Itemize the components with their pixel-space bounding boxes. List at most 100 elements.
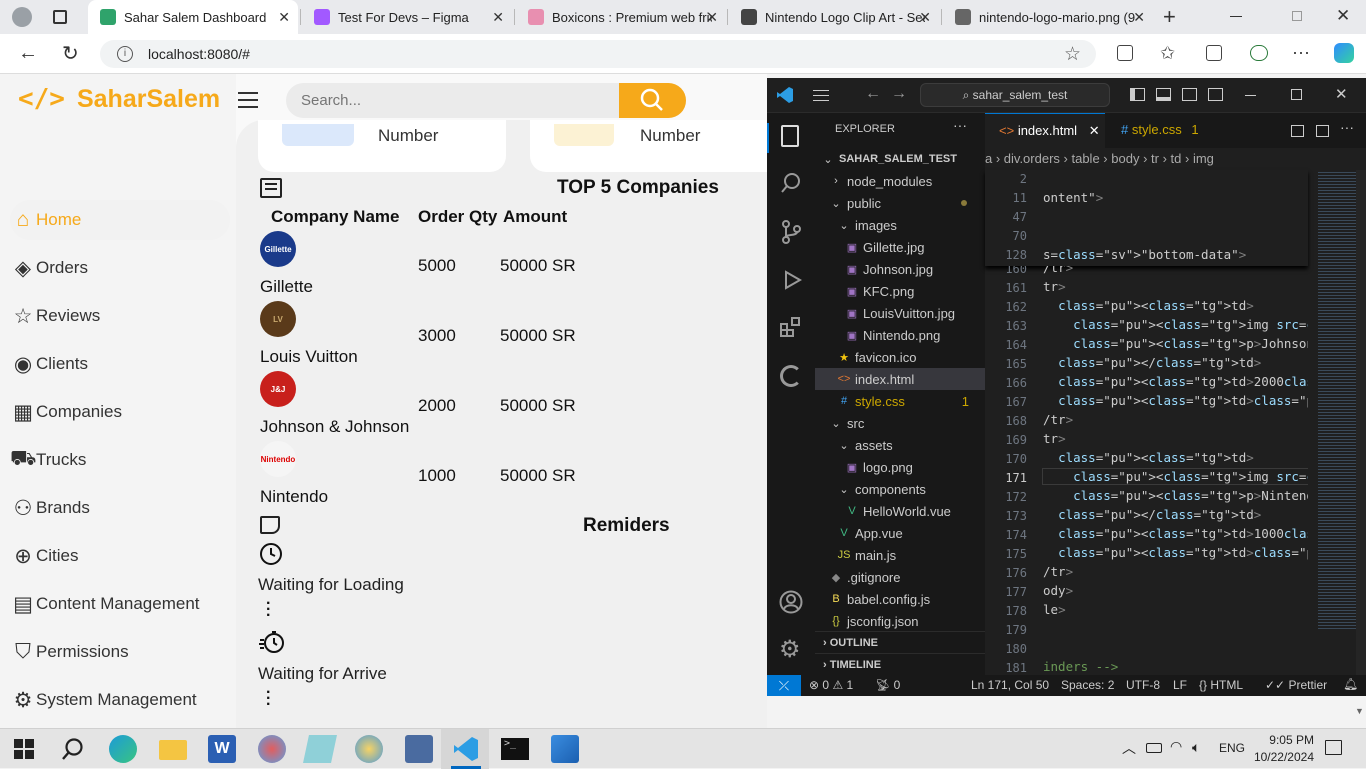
- explorer-item[interactable]: {} jsconfig.json: [815, 610, 985, 632]
- code-line[interactable]: inders -->: [1043, 659, 1118, 674]
- code-line[interactable]: class="pu"><class="tg">td>class="pu"><cl…: [1043, 545, 1308, 560]
- terminal-taskbar-icon[interactable]: >_: [501, 738, 529, 760]
- code-line[interactable]: class="pu"><class="tg">p>Nintendoclass="…: [1043, 488, 1308, 503]
- notepad-taskbar-icon[interactable]: [303, 735, 337, 763]
- explorer-item[interactable]: ▣ Gillette.jpg: [815, 236, 985, 258]
- minimize-button[interactable]: [1230, 16, 1242, 17]
- indentation[interactable]: Spaces: 2: [1061, 678, 1114, 692]
- favorite-star-icon[interactable]: ☆: [1064, 43, 1081, 66]
- code-line[interactable]: class="pu"><class="tg">td>class="pu"><cl…: [1043, 393, 1308, 408]
- explorer-item[interactable]: # style.css 1: [815, 390, 985, 412]
- explorer-item[interactable]: ▣ LouisVuitton.jpg: [815, 302, 985, 324]
- nav-forward-icon[interactable]: →: [891, 85, 907, 103]
- explorer-item[interactable]: ▣ Nintendo.png: [815, 324, 985, 346]
- word-taskbar-icon[interactable]: W: [208, 735, 236, 763]
- editor-scrollbar[interactable]: [1356, 170, 1366, 675]
- reload-icon[interactable]: ↻: [62, 41, 79, 66]
- reminder-more-icon[interactable]: · · ·: [266, 596, 271, 624]
- breadcrumb-item[interactable]: body: [1111, 151, 1139, 166]
- run-debug-icon[interactable]: [780, 268, 802, 292]
- nav-item[interactable]: ⚙ System Management: [10, 680, 230, 720]
- command-center[interactable]: ⌕ sahar_salem_test: [920, 83, 1110, 107]
- explorer-item[interactable]: ⌄ images: [815, 214, 985, 236]
- eol[interactable]: LF: [1173, 678, 1187, 692]
- nav-item[interactable]: ⚇ Brands: [10, 488, 230, 528]
- close-window-button[interactable]: ✕: [1336, 6, 1350, 26]
- breadcrumb-item[interactable]: td: [1171, 151, 1182, 166]
- code-line[interactable]: class="pu"><class="tg">td>2000class="pu"…: [1043, 374, 1308, 389]
- wifi-icon[interactable]: ◠: [1170, 738, 1182, 755]
- outline-section[interactable]: › OUTLINE: [815, 631, 985, 653]
- settings-gear-icon[interactable]: ⚙: [779, 635, 801, 664]
- explorer-item[interactable]: ⌄ public: [815, 192, 985, 214]
- code-line[interactable]: /tr>: [1043, 564, 1073, 579]
- explorer-item[interactable]: <> index.html: [815, 368, 985, 390]
- code-line[interactable]: ody>: [1043, 583, 1073, 598]
- vs-close-button[interactable]: ✕: [1335, 85, 1348, 103]
- edge-taskbar-icon[interactable]: [109, 735, 137, 763]
- explorer-item[interactable]: ⌄ components: [815, 478, 985, 500]
- language-mode[interactable]: {} HTML: [1199, 678, 1243, 692]
- page-scrollbar[interactable]: ▼: [1352, 696, 1366, 728]
- explorer-item[interactable]: JS main.js: [815, 544, 985, 566]
- explorer-icon[interactable]: [781, 125, 799, 147]
- explorer-item[interactable]: V HelloWorld.vue: [815, 500, 985, 522]
- explorer-item[interactable]: ⌄ src: [815, 412, 985, 434]
- vs-maximize-button[interactable]: [1291, 89, 1302, 100]
- breadcrumb-item[interactable]: table: [1071, 151, 1099, 166]
- show-hidden-icons[interactable]: ︿: [1122, 738, 1136, 758]
- notifications-bell-icon[interactable]: 🔔︎: [1343, 677, 1358, 691]
- code-line[interactable]: class="pu"><class="tg">p>Johnson & Johns…: [1043, 336, 1308, 351]
- explorer-item[interactable]: ▣ KFC.png: [815, 280, 985, 302]
- tab-actions-icon[interactable]: [53, 10, 67, 24]
- new-tab-button[interactable]: +: [1163, 4, 1176, 30]
- explorer-item[interactable]: › node_modules: [815, 170, 985, 192]
- nav-back-icon[interactable]: ←: [865, 85, 881, 103]
- restore-button[interactable]: [1292, 11, 1302, 21]
- account-icon[interactable]: [779, 590, 803, 614]
- breadcrumb-item[interactable]: img: [1193, 151, 1214, 166]
- edge-devtools-icon[interactable]: [780, 365, 802, 387]
- tab-close-icon[interactable]: ✕: [919, 9, 931, 26]
- tab-close-icon[interactable]: ✕: [1089, 123, 1100, 138]
- code-line[interactable]: le>: [1043, 602, 1066, 617]
- explorer-item[interactable]: ⌄ SAHAR_SALEM_TEST: [815, 148, 985, 170]
- explorer-item[interactable]: V App.vue: [815, 522, 985, 544]
- calculator-taskbar-icon[interactable]: [405, 735, 433, 763]
- tab-close-icon[interactable]: ✕: [1133, 9, 1145, 26]
- split-editor-icon[interactable]: [1316, 125, 1329, 137]
- explorer-item[interactable]: ▣ Johnson.jpg: [815, 258, 985, 280]
- code-line[interactable]: tr>: [1043, 279, 1066, 294]
- timeline-section[interactable]: › TIMELINE: [815, 653, 985, 675]
- prettier-status[interactable]: ✓✓ Prettier: [1265, 678, 1327, 692]
- menu-toggle-icon[interactable]: [238, 92, 258, 108]
- extensions-view-icon[interactable]: [780, 316, 802, 338]
- open-preview-icon[interactable]: [1291, 125, 1304, 137]
- battery-icon[interactable]: [1146, 743, 1162, 753]
- windows-start-icon[interactable]: [14, 739, 34, 759]
- code-line[interactable]: class="pu"><class="tg">td>: [1043, 298, 1254, 313]
- tab-close-icon[interactable]: ✕: [706, 9, 718, 26]
- breadcrumb-item[interactable]: tr: [1151, 151, 1159, 166]
- explorer-item[interactable]: ⌄ assets: [815, 434, 985, 456]
- site-info-icon[interactable]: i: [117, 46, 133, 62]
- collections-icon[interactable]: [1206, 45, 1222, 61]
- code-line[interactable]: class="pu"><class="tg">img src=class="sv…: [1043, 317, 1308, 332]
- nav-item[interactable]: ◉ Clients: [10, 344, 230, 384]
- copilot-icon[interactable]: [1334, 43, 1354, 63]
- browser-tab[interactable]: Test For Devs – Figma ✕: [302, 0, 512, 34]
- explorer-item[interactable]: ★ favicon.ico: [815, 346, 985, 368]
- code-line[interactable]: class="pu"></class="tg">td>: [1043, 507, 1261, 522]
- browser-tab[interactable]: Nintendo Logo Clip Art - Sea ✕: [729, 0, 939, 34]
- nav-item[interactable]: ⊕ Cities: [10, 536, 230, 576]
- brand-logo[interactable]: </> Sahar Salem: [18, 84, 220, 114]
- remote-indicator[interactable]: ⤫: [767, 675, 801, 696]
- problems-indicator[interactable]: ⊗ 0 ⚠ 1: [809, 678, 853, 692]
- volume-icon[interactable]: 🔈︎: [1192, 739, 1200, 756]
- nav-item[interactable]: ▦ Companies: [10, 392, 230, 432]
- toggle-sidebar-icon[interactable]: [1130, 88, 1145, 101]
- ports-indicator[interactable]: 📡︎ 0: [875, 678, 900, 692]
- tab-close-icon[interactable]: ✕: [278, 9, 290, 26]
- search-button[interactable]: [619, 83, 686, 118]
- vscode-taskbar-icon[interactable]: [452, 735, 480, 763]
